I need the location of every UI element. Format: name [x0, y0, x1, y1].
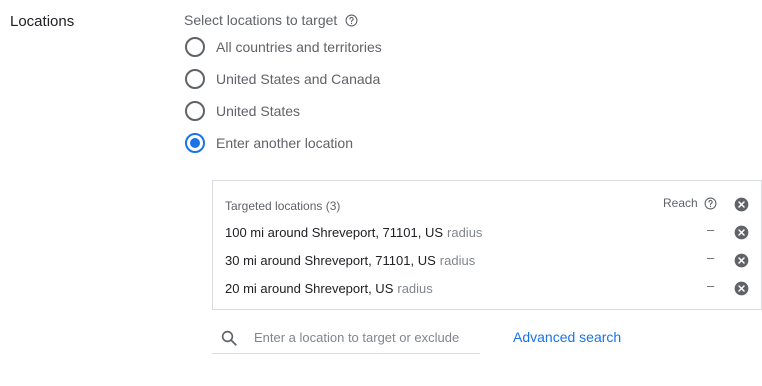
- radio-option-us[interactable]: United States: [185, 101, 300, 121]
- location-reach-value: –: [707, 222, 715, 237]
- close-circle-icon: [734, 197, 749, 212]
- remove-all-locations-button[interactable]: [734, 197, 749, 212]
- reach-label: Reach: [663, 196, 698, 210]
- targeted-location-row: 100 mi around Shreveport, 71101, US radiu…: [225, 225, 482, 240]
- help-icon[interactable]: [345, 14, 358, 27]
- remove-location-button[interactable]: [734, 281, 749, 296]
- radio-label: All countries and territories: [216, 39, 382, 55]
- targeted-location-row: 20 mi around Shreveport, US radius: [225, 281, 433, 296]
- locations-section-label: Locations: [10, 13, 75, 30]
- radio-option-us-canada[interactable]: United States and Canada: [185, 69, 380, 89]
- close-circle-icon: [734, 253, 749, 268]
- reach-header: Reach: [663, 196, 717, 210]
- radio-label: United States: [216, 103, 301, 119]
- remove-location-button[interactable]: [734, 253, 749, 268]
- targeted-locations-panel: Targeted locations (3) Reach 100 mi arou…: [212, 180, 762, 310]
- location-reach-value: –: [707, 250, 715, 265]
- location-text: 30 mi around Shreveport, 71101, US: [225, 253, 436, 268]
- search-icon: [221, 330, 237, 346]
- targeting-heading: Select locations to target: [184, 12, 358, 28]
- targeted-locations-title: Targeted locations (3): [225, 199, 341, 213]
- radio-label: Enter another location: [216, 135, 353, 151]
- location-search[interactable]: [212, 322, 480, 354]
- advanced-search-link[interactable]: Advanced search: [513, 329, 621, 345]
- targeting-heading-text: Select locations to target: [184, 12, 338, 28]
- location-text: 20 mi around Shreveport, US: [225, 281, 394, 296]
- location-type: radius: [447, 225, 483, 240]
- radio-option-all-countries[interactable]: All countries and territories: [185, 37, 382, 57]
- radio-button[interactable]: [185, 37, 205, 57]
- close-circle-icon: [734, 225, 749, 240]
- radio-button-selected[interactable]: [185, 133, 205, 153]
- radio-button[interactable]: [185, 101, 205, 121]
- location-type: radius: [397, 281, 433, 296]
- location-text: 100 mi around Shreveport, 71101, US: [225, 225, 444, 240]
- help-icon[interactable]: [704, 197, 717, 210]
- location-reach-value: –: [707, 278, 715, 293]
- radio-option-another-location[interactable]: Enter another location: [185, 133, 353, 153]
- radio-label: United States and Canada: [216, 71, 381, 87]
- location-search-input[interactable]: [252, 329, 472, 346]
- radio-button[interactable]: [185, 69, 205, 89]
- location-type: radius: [439, 253, 476, 268]
- remove-location-button[interactable]: [734, 225, 749, 240]
- close-circle-icon: [734, 281, 749, 296]
- targeted-location-row: 30 mi around Shreveport, 71101, US radius: [225, 253, 475, 268]
